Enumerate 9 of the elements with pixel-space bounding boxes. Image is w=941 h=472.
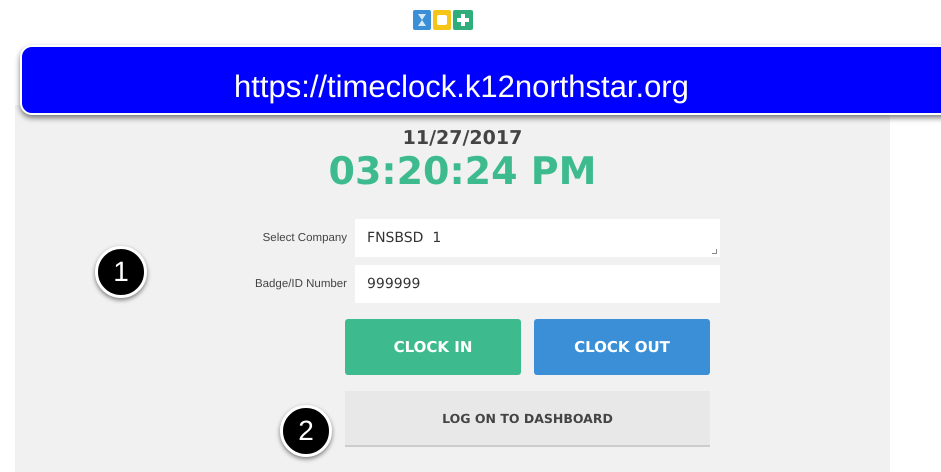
field-label: Badge/ID Number [254,278,348,290]
company-select[interactable]: FNSBSD 1 [355,219,720,257]
date-text: 11/27/2017 [402,127,522,149]
field-label: Select Company [262,232,348,244]
badge-input-field[interactable]: 999999 [355,265,720,303]
time-text: 03:20:24 PM [328,149,596,193]
dashboard-button[interactable]: LOG ON TO DASHBOARD [345,391,710,447]
url-text: https://timeclock.k12northstar.org [234,69,689,105]
app-logo-icon [412,10,472,30]
